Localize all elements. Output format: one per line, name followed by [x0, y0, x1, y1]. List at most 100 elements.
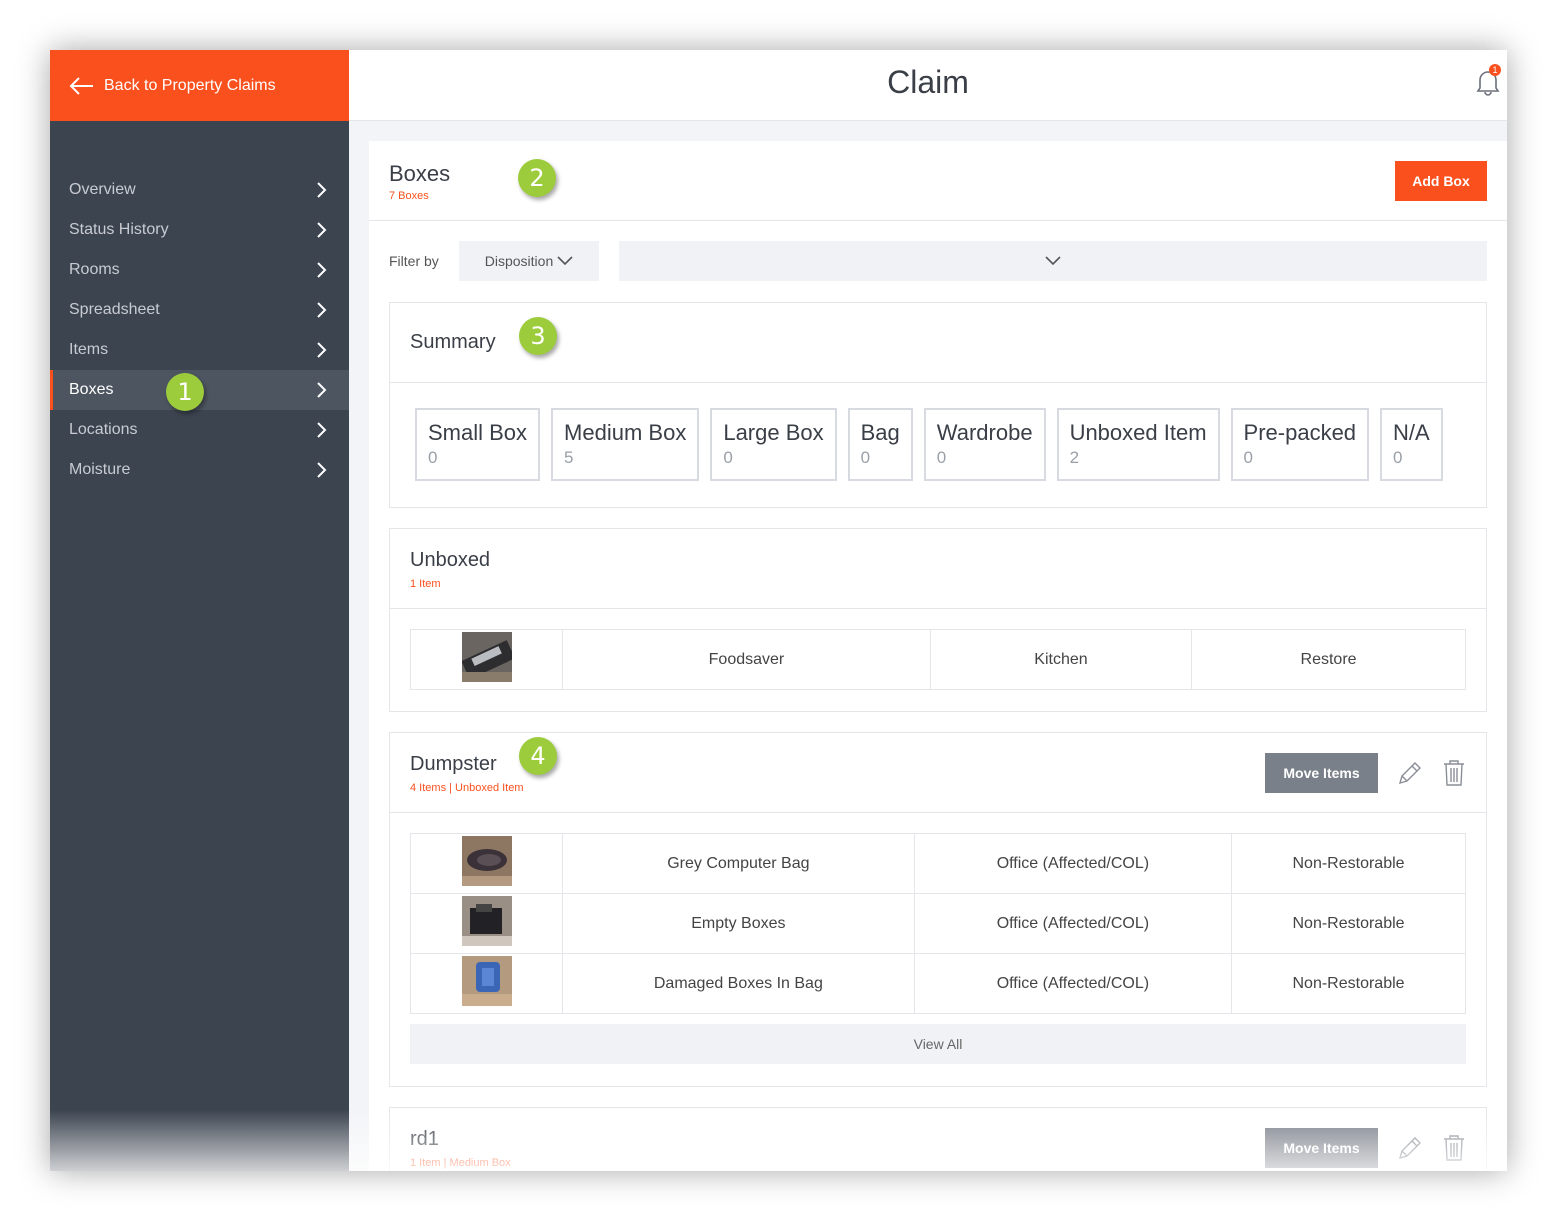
annotation-badge-3: 3 — [519, 317, 557, 355]
summary-title: Summary — [410, 331, 496, 353]
chevron-right-icon — [317, 422, 327, 438]
sidebar-item-spreadsheet[interactable]: Spreadsheet — [50, 290, 349, 330]
table-row[interactable]: Empty Boxes Office (Affected/COL) Non-Re… — [410, 893, 1466, 954]
item-photo-grey-computer-bag — [461, 836, 512, 886]
chevron-down-icon — [1045, 256, 1061, 266]
item-photo-damaged-boxes-in-bag — [461, 956, 512, 1006]
sidebar-item-label: Status History — [69, 221, 169, 238]
main-content: Boxes 7 Boxes 2 Add Box Filter by Dispos… — [369, 141, 1507, 1171]
summary-card-count: 0 — [860, 448, 871, 467]
unboxed-count: 1 Item — [410, 578, 441, 590]
view-all-button[interactable]: View All — [410, 1024, 1466, 1064]
summary-card-count: 0 — [428, 448, 438, 467]
item-location: Office (Affected/COL) — [913, 893, 1233, 954]
summary-card-count: 0 — [723, 448, 733, 467]
back-link-label: Back to Property Claims — [104, 76, 276, 94]
summary-card-medium-box[interactable]: Medium Box 5 — [551, 408, 700, 481]
chevron-right-icon — [317, 342, 327, 358]
item-location: Office (Affected/COL) — [913, 833, 1233, 894]
summary-card-unboxed-item[interactable]: Unboxed Item 2 — [1056, 408, 1220, 481]
item-disposition: Non-Restorable — [1231, 953, 1466, 1014]
table-row[interactable]: Damaged Boxes In Bag Office (Affected/CO… — [410, 953, 1466, 1014]
move-items-button[interactable]: Move Items — [1265, 1128, 1378, 1168]
summary-card-name: Large Box — [723, 420, 824, 445]
summary-card-count: 0 — [1243, 448, 1253, 467]
summary-card-pre-packed[interactable]: Pre-packed 0 — [1230, 408, 1370, 481]
app-window: Back to Property Claims Overview Status … — [50, 50, 1507, 1171]
table-row[interactable]: Foodsaver Kitchen Restore — [410, 629, 1466, 690]
summary-card-wardrobe[interactable]: Wardrobe 0 — [923, 408, 1046, 481]
sidebar-item-locations[interactable]: Locations — [50, 410, 349, 450]
add-box-button[interactable]: Add Box — [1395, 161, 1487, 201]
annotation-badge-1: 1 — [166, 373, 204, 411]
sidebar-item-label: Rooms — [69, 261, 120, 278]
sidebar-item-moisture[interactable]: Moisture — [50, 450, 349, 490]
summary-header: Summary 3 — [390, 303, 1486, 383]
boxes-count: 7 Boxes — [389, 190, 429, 202]
item-thumbnail-cell — [410, 953, 563, 1014]
dumpster-table: Grey Computer Bag Office (Affected/COL) … — [410, 833, 1466, 1014]
notification-count-badge: 1 — [1489, 64, 1501, 76]
back-arrow-icon — [69, 76, 93, 95]
item-name: Foodsaver — [562, 629, 931, 690]
notifications-button[interactable]: 1 — [1475, 64, 1501, 101]
trash-icon[interactable] — [1442, 759, 1466, 787]
summary-card-bag[interactable]: Bag 0 — [847, 408, 913, 481]
item-thumbnail-cell — [410, 893, 563, 954]
unboxed-header: Unboxed 1 Item — [390, 529, 1486, 609]
sidebar-item-label: Overview — [69, 181, 136, 198]
sidebar-item-label: Items — [69, 341, 109, 358]
summary-card-small-box[interactable]: Small Box 0 — [415, 408, 541, 481]
dumpster-header: Dumpster 4 Items | Unboxed Item 4 Move I… — [390, 733, 1486, 813]
summary-card-name: N/A — [1393, 420, 1430, 445]
filter-bar: Filter by Disposition — [389, 241, 1487, 281]
filter-label: Filter by — [389, 253, 439, 269]
summary-card-large-box[interactable]: Large Box 0 — [710, 408, 837, 481]
sidebar-item-overview[interactable]: Overview — [50, 170, 349, 210]
item-photo-foodsaver — [460, 632, 515, 682]
page-title: Claim — [887, 64, 969, 100]
item-name: Empty Boxes — [562, 893, 915, 954]
summary-card-name: Bag — [860, 420, 900, 445]
summary-card-na[interactable]: N/A 0 — [1380, 408, 1443, 481]
item-location: Office (Affected/COL) — [913, 953, 1233, 1014]
pencil-icon[interactable] — [1396, 759, 1422, 787]
sidebar-item-boxes[interactable]: Boxes 1 — [50, 370, 349, 411]
item-name: Grey Computer Bag — [562, 833, 915, 894]
chevron-right-icon — [317, 302, 327, 318]
item-location: Kitchen — [929, 629, 1193, 690]
chevron-right-icon — [317, 262, 327, 278]
pencil-icon[interactable] — [1396, 1134, 1422, 1162]
summary-cards: Small Box 0 Medium Box 5 Large Box 0 Bag 0 W… — [390, 383, 1486, 481]
sidebar-item-label: Moisture — [69, 461, 131, 478]
sidebar-item-label: Spreadsheet — [69, 301, 160, 318]
boxes-header: Boxes 7 Boxes 2 Add Box — [369, 141, 1507, 221]
sidebar-nav: Overview Status History Rooms Spreadshee… — [50, 170, 349, 490]
summary-card-count: 2 — [1069, 448, 1080, 467]
table-row[interactable]: Grey Computer Bag Office (Affected/COL) … — [410, 833, 1466, 894]
sidebar-item-status-history[interactable]: Status History — [50, 210, 349, 250]
unboxed-title: Unboxed — [410, 549, 491, 571]
sidebar-item-items[interactable]: Items — [50, 330, 349, 370]
back-to-claims-link[interactable]: Back to Property Claims — [50, 50, 349, 121]
dumpster-panel: Dumpster 4 Items | Unboxed Item 4 Move I… — [389, 732, 1487, 1087]
item-disposition: Restore — [1191, 629, 1466, 690]
sidebar-item-rooms[interactable]: Rooms — [50, 250, 349, 290]
filter-type-value: Disposition — [484, 253, 554, 269]
sidebar-item-label: Boxes — [69, 381, 114, 398]
chevron-right-icon — [317, 182, 327, 198]
trash-icon[interactable] — [1442, 1134, 1466, 1162]
filter-type-select[interactable]: Disposition — [459, 241, 599, 281]
item-name: Damaged Boxes In Bag — [562, 953, 915, 1014]
chevron-right-icon — [317, 462, 327, 478]
unboxed-panel: Unboxed 1 Item Foodsaver Kitchen Restore — [389, 528, 1487, 712]
annotation-badge-2: 2 — [518, 159, 556, 197]
summary-card-count: 0 — [1393, 448, 1403, 467]
item-disposition: Non-Restorable — [1231, 833, 1466, 894]
summary-card-name: Small Box — [428, 420, 528, 445]
filter-value-select[interactable] — [619, 241, 1487, 281]
annotation-badge-4: 4 — [519, 737, 557, 775]
summary-card-name: Pre-packed — [1243, 420, 1357, 445]
move-items-button[interactable]: Move Items — [1265, 753, 1378, 793]
summary-card-name: Wardrobe — [936, 420, 1033, 445]
